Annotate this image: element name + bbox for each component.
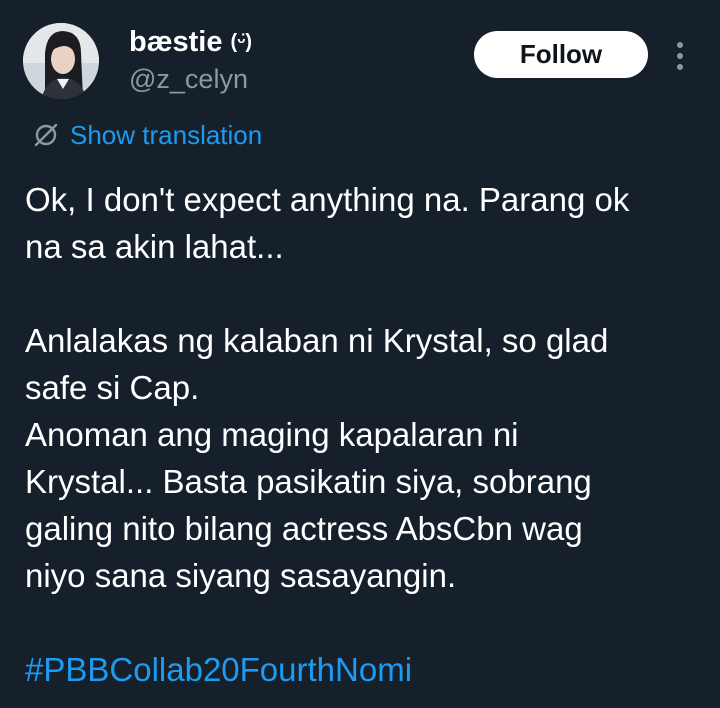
more-vertical-icon <box>677 42 683 70</box>
tweet-line: Ok, I don't expect anything na. Parang o… <box>25 181 630 218</box>
more-options-button[interactable] <box>668 36 692 76</box>
tweet-card: bæstie (ᵕ̈) @z_celyn Follow Show transla… <box>0 0 720 708</box>
display-name[interactable]: bæstie (ᵕ̈) <box>129 24 252 60</box>
tweet-line: na sa akin lahat... <box>25 228 284 265</box>
show-translation-label: Show translation <box>70 119 263 150</box>
tweet-line: galing nito bilang actress AbsCbn wag <box>25 510 583 547</box>
hashtag-link[interactable]: #PBBCollab20FourthNomi <box>25 651 412 688</box>
name-badge-glyph: (ᵕ̈) <box>230 31 253 53</box>
user-handle[interactable]: @z_celyn <box>129 62 248 96</box>
display-name-text: bæstie <box>129 26 223 58</box>
tweet-paragraph-gap <box>25 270 705 317</box>
avatar[interactable] <box>23 23 99 99</box>
follow-button[interactable]: Follow <box>474 31 648 78</box>
avatar-photo <box>23 23 99 99</box>
tweet-paragraph-gap <box>25 599 705 646</box>
tweet-line: Anoman ang maging kapalaran ni <box>25 416 519 453</box>
tweet-line: Anlalakas ng kalaban ni Krystal, so glad <box>25 322 609 359</box>
tweet-line: niyo sana siyang sasayangin. <box>25 557 457 594</box>
tweet-line: safe si Cap. <box>25 369 200 406</box>
show-translation-link[interactable]: Show translation <box>32 118 262 152</box>
tweet-line: Krystal... Basta pasikatin siya, sobrang <box>25 463 592 500</box>
translate-slash-icon <box>32 121 60 149</box>
tweet-text: Ok, I don't expect anything na. Parang o… <box>25 176 705 693</box>
